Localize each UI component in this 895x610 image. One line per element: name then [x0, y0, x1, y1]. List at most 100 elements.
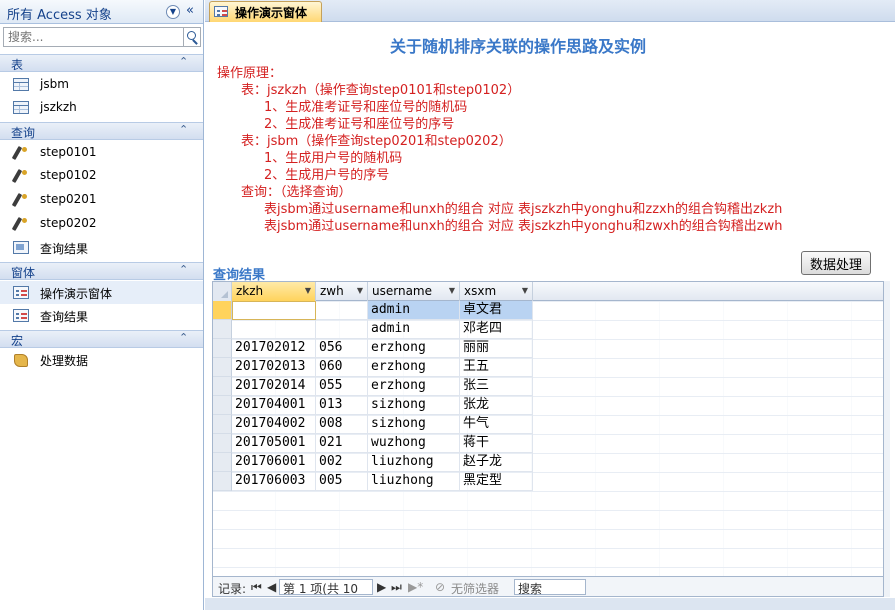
table-row[interactable]: 201705001 021 wuzhong 蒋干	[213, 434, 533, 453]
result-datasheet[interactable]: zkzh ▼ zwh ▼ username ▼ xsxm ▼ admin 卓文君	[212, 281, 884, 577]
table-row[interactable]: 201704001 013 sizhong 张龙	[213, 396, 533, 415]
row-selector[interactable]	[213, 396, 232, 415]
cell-xsxm[interactable]: 张三	[460, 377, 533, 396]
cell-username[interactable]: liuzhong	[368, 453, 460, 472]
first-record-icon[interactable]: ⏮	[251, 580, 262, 595]
group-header-forms[interactable]: 窗体 ⌃	[0, 262, 203, 280]
nav-item-process-macro[interactable]: 处理数据	[0, 348, 203, 371]
cell-zkzh[interactable]: 201706001	[232, 453, 316, 472]
search-icon[interactable]	[184, 27, 201, 47]
cell-zwh[interactable]: 021	[316, 434, 368, 453]
cell-zkzh[interactable]: 201702013	[232, 358, 316, 377]
cell-zwh[interactable]: 060	[316, 358, 368, 377]
row-selector[interactable]	[213, 434, 232, 453]
cell-xsxm[interactable]: 黑定型	[460, 472, 533, 491]
record-position-field[interactable]: 第 1 项(共 10 项	[279, 579, 373, 610]
cell-xsxm[interactable]: 牛气	[460, 415, 533, 434]
chevron-up-icon[interactable]: ⌃	[179, 123, 188, 136]
table-row[interactable]: 201704002 008 sizhong 牛气	[213, 415, 533, 434]
cell-username[interactable]: erzhong	[368, 358, 460, 377]
nav-item-step0102[interactable]: step0102	[0, 164, 203, 187]
table-row[interactable]: admin 邓老四	[213, 320, 533, 339]
tab-demo-form[interactable]: 操作演示窗体	[209, 1, 322, 22]
column-header-zwh[interactable]: zwh ▼	[316, 282, 368, 301]
chevron-down-icon[interactable]: ▼	[449, 282, 455, 300]
cell-zwh[interactable]	[316, 320, 368, 339]
cell-username[interactable]: admin	[368, 320, 460, 339]
cell-zkzh[interactable]: 201702014	[232, 377, 316, 396]
cell-xsxm[interactable]: 卓文君	[460, 301, 533, 320]
cell-username[interactable]: liuzhong	[368, 472, 460, 491]
nav-item-query-result[interactable]: 查询结果	[0, 236, 203, 259]
column-header-xsxm[interactable]: xsxm ▼	[460, 282, 533, 301]
cell-zkzh[interactable]	[232, 301, 316, 320]
chevron-up-icon[interactable]: ⌃	[179, 331, 188, 344]
chevron-down-icon[interactable]: ▼	[357, 282, 363, 300]
nav-title[interactable]: 所有 Access 对象	[7, 4, 112, 23]
row-selector[interactable]	[213, 358, 232, 377]
cell-username[interactable]: sizhong	[368, 396, 460, 415]
cell-zkzh[interactable]: 201705001	[232, 434, 316, 453]
chevron-up-icon[interactable]: ⌃	[179, 263, 188, 276]
collapse-pane-icon[interactable]: «	[186, 3, 194, 18]
cell-zkzh[interactable]: 201706003	[232, 472, 316, 491]
new-record-icon[interactable]: ▶*	[408, 580, 423, 594]
select-all-corner[interactable]	[213, 282, 232, 301]
row-selector[interactable]	[213, 377, 232, 396]
cell-username[interactable]: erzhong	[368, 377, 460, 396]
nav-item-demo-form[interactable]: 操作演示窗体	[0, 281, 203, 304]
cell-xsxm[interactable]: 赵子龙	[460, 453, 533, 472]
cell-xsxm[interactable]: 张龙	[460, 396, 533, 415]
cell-zkzh[interactable]: 201704002	[232, 415, 316, 434]
cell-zwh[interactable]: 056	[316, 339, 368, 358]
cell-zkzh[interactable]: 201704001	[232, 396, 316, 415]
table-row[interactable]: 201706003 005 liuzhong 黑定型	[213, 472, 533, 491]
vertical-scrollbar[interactable]	[884, 281, 890, 597]
filter-icon[interactable]: ⊘	[435, 580, 445, 594]
row-selector[interactable]	[213, 339, 232, 358]
nav-item-result-form[interactable]: 查询结果	[0, 304, 203, 327]
next-record-icon[interactable]: ▶	[377, 580, 386, 594]
nav-item-step0201[interactable]: step0201	[0, 188, 203, 211]
datasheet-search-field[interactable]: 搜索	[514, 579, 586, 596]
cell-username[interactable]: admin	[368, 301, 460, 320]
process-data-button[interactable]: 数据处理	[801, 251, 871, 275]
row-selector[interactable]	[213, 320, 232, 339]
cell-username[interactable]: wuzhong	[368, 434, 460, 453]
cell-username[interactable]: erzhong	[368, 339, 460, 358]
chevron-down-icon[interactable]: ▼	[166, 5, 180, 19]
column-header-username[interactable]: username ▼	[368, 282, 460, 301]
cell-zwh[interactable]: 002	[316, 453, 368, 472]
prev-record-icon[interactable]: ◀	[267, 580, 276, 594]
chevron-up-icon[interactable]: ⌃	[179, 55, 188, 68]
table-row[interactable]: 201706001 002 liuzhong 赵子龙	[213, 453, 533, 472]
chevron-down-icon[interactable]: ▼	[522, 282, 528, 300]
cell-zwh[interactable]: 013	[316, 396, 368, 415]
cell-xsxm[interactable]: 邓老四	[460, 320, 533, 339]
no-filter-label[interactable]: 无筛选器	[451, 580, 499, 597]
cell-zwh[interactable]: 008	[316, 415, 368, 434]
cell-zwh[interactable]: 055	[316, 377, 368, 396]
group-header-queries[interactable]: 查询 ⌃	[0, 122, 203, 140]
row-selector[interactable]	[213, 415, 232, 434]
cell-zwh[interactable]: 005	[316, 472, 368, 491]
nav-item-step0202[interactable]: step0202	[0, 212, 203, 235]
row-selector[interactable]	[213, 301, 232, 320]
row-selector[interactable]	[213, 453, 232, 472]
chevron-down-icon[interactable]: ▼	[305, 282, 311, 300]
nav-item-step0101[interactable]: step0101	[0, 141, 203, 164]
table-row[interactable]: admin 卓文君	[213, 301, 533, 320]
table-row[interactable]: 201702013 060 erzhong 王五	[213, 358, 533, 377]
cell-zkzh[interactable]	[232, 320, 316, 339]
table-row[interactable]: 201702014 055 erzhong 张三	[213, 377, 533, 396]
group-header-tables[interactable]: 表 ⌃	[0, 54, 203, 72]
column-header-zkzh[interactable]: zkzh ▼	[232, 282, 316, 301]
nav-search-input[interactable]	[3, 27, 184, 47]
table-row[interactable]: 201702012 056 erzhong 丽丽	[213, 339, 533, 358]
cell-xsxm[interactable]: 丽丽	[460, 339, 533, 358]
row-selector[interactable]	[213, 472, 232, 491]
nav-header[interactable]: 所有 Access 对象 ▼ «	[0, 0, 203, 24]
cell-xsxm[interactable]: 王五	[460, 358, 533, 377]
last-record-icon[interactable]: ⏭	[391, 580, 402, 595]
cell-zwh[interactable]	[316, 301, 368, 320]
